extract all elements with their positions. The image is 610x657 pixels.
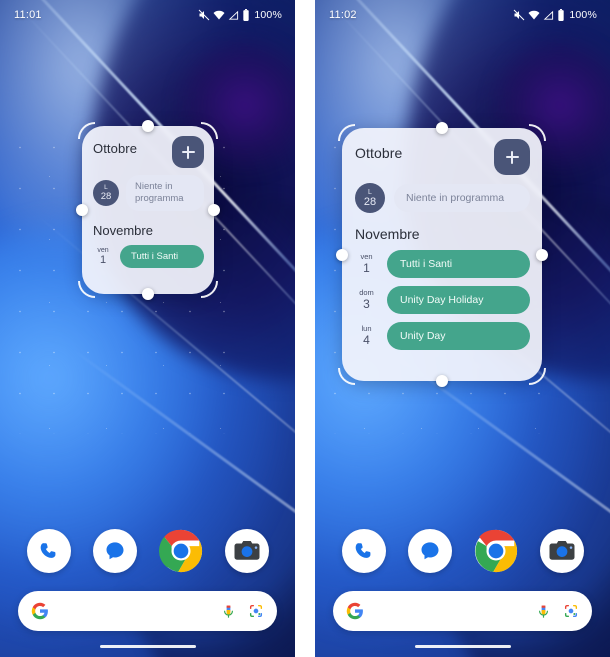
event-day-number: 4: [363, 333, 370, 348]
add-event-button[interactable]: [172, 136, 204, 168]
event-date: lun 4: [355, 325, 378, 346]
resize-handle-right[interactable]: [536, 248, 548, 261]
phone-icon: [34, 537, 63, 565]
signal-icon: [228, 10, 239, 21]
event-pill[interactable]: Unity Day Holiday: [387, 286, 530, 314]
status-bar-clock: 11:01: [14, 9, 42, 21]
resize-handle-bottom[interactable]: [436, 375, 448, 387]
app-dock: [315, 529, 610, 573]
wifi-icon: [528, 9, 540, 21]
battery-icon: [242, 9, 250, 21]
event-row[interactable]: dom 3 Unity Day Holiday: [355, 286, 530, 314]
resize-handle-top[interactable]: [142, 120, 154, 132]
no-events-pill[interactable]: Niente in programma: [394, 184, 530, 212]
google-lens-icon[interactable]: [563, 603, 579, 619]
widget-header: Ottobre: [93, 136, 204, 168]
event-day-number: 1: [363, 261, 370, 276]
event-dow-label: dom: [359, 288, 374, 298]
battery-percent-label: 100%: [569, 9, 597, 21]
status-bar: 11:02 100%: [315, 0, 610, 30]
signal-icon: [543, 10, 554, 21]
battery-percent-label: 100%: [254, 9, 282, 21]
today-row[interactable]: L 28 Niente in programma: [355, 183, 530, 213]
calendar-widget-resizing[interactable]: Ottobre L 28 Niente in programma Novembr…: [336, 122, 548, 387]
screenshot-divider: [295, 0, 315, 657]
calendar-widget[interactable]: Ottobre L 28 Niente in programma Novembr…: [82, 126, 214, 294]
event-pill[interactable]: Unity Day: [387, 322, 530, 350]
event-day-number: 3: [363, 297, 370, 312]
microphone-icon[interactable]: [221, 604, 236, 619]
event-dow-label: lun: [361, 324, 372, 334]
phone-screenshot-right: 11:02 100% Ottobre L 28 Niente in progra…: [315, 0, 610, 657]
app-dock: [0, 529, 295, 573]
microphone-icon[interactable]: [536, 604, 551, 619]
chrome-icon: [158, 529, 203, 573]
today-day-number: 28: [100, 191, 112, 202]
chrome-icon: [474, 529, 518, 573]
dock-item-phone[interactable]: [26, 529, 71, 573]
mute-icon: [198, 9, 210, 21]
resize-handle-left[interactable]: [76, 204, 88, 216]
phone-screenshot-left: 11:01 100% Ottobre L 28 Niente in progra…: [0, 0, 295, 657]
widget-month-title: Ottobre: [355, 145, 403, 161]
phone-icon: [349, 537, 378, 565]
navigation-pill[interactable]: [414, 644, 511, 648]
resize-handle-right[interactable]: [208, 204, 220, 216]
today-row[interactable]: L 28 Niente in programma: [93, 175, 204, 211]
today-date-badge: L 28: [355, 183, 385, 213]
status-bar: 11:01 100%: [0, 0, 295, 30]
google-lens-icon[interactable]: [248, 603, 264, 619]
today-dow-label: L: [367, 188, 373, 196]
resize-handle-left[interactable]: [336, 248, 348, 261]
event-date: ven 1: [355, 253, 378, 274]
plus-icon: [505, 150, 519, 164]
camera-icon: [232, 536, 262, 566]
dock-item-chrome[interactable]: [474, 529, 518, 573]
status-bar-icons: 100%: [198, 9, 282, 21]
status-bar-icons: 100%: [513, 9, 597, 21]
today-day-number: 28: [363, 195, 377, 208]
dock-item-camera[interactable]: [224, 529, 269, 573]
dock-item-phone[interactable]: [341, 529, 386, 573]
plus-icon: [181, 145, 195, 159]
resize-handle-bottom[interactable]: [142, 288, 154, 300]
wifi-icon: [213, 9, 225, 21]
event-date: dom 3: [355, 289, 378, 310]
dock-item-camera[interactable]: [539, 529, 584, 573]
dock-item-chrome[interactable]: [158, 529, 203, 573]
battery-icon: [557, 9, 565, 21]
dock-item-messages[interactable]: [92, 529, 137, 573]
screenshot-root: 11:01 100% Ottobre L 28 Niente in progra…: [0, 0, 610, 657]
event-date: ven 1: [93, 247, 113, 267]
today-date-badge: L 28: [93, 180, 119, 206]
google-search-bar[interactable]: [18, 591, 277, 631]
navigation-pill[interactable]: [99, 644, 196, 648]
mute-icon: [513, 9, 525, 21]
event-row[interactable]: lun 4 Unity Day: [355, 322, 530, 350]
event-row[interactable]: ven 1 Tutti i Santi: [355, 250, 530, 278]
event-day-number: 1: [99, 253, 107, 266]
messages-icon: [100, 537, 129, 565]
status-bar-clock: 11:02: [329, 9, 357, 21]
widget-next-month-title: Novembre: [93, 223, 153, 238]
calendar-widget-resizing[interactable]: Ottobre L 28 Niente in programma Novembr…: [76, 120, 220, 300]
camera-icon: [547, 536, 577, 566]
add-event-button[interactable]: [494, 139, 530, 175]
event-dow-label: ven: [360, 252, 373, 262]
google-g-icon: [31, 602, 49, 620]
messages-icon: [415, 537, 444, 565]
calendar-widget[interactable]: Ottobre L 28 Niente in programma Novembr…: [342, 128, 542, 381]
dock-item-messages[interactable]: [407, 529, 452, 573]
no-events-pill[interactable]: Niente in programma: [126, 175, 204, 211]
event-row[interactable]: ven 1 Tutti i Santi: [93, 245, 204, 268]
widget-month-title: Ottobre: [93, 141, 138, 156]
resize-handle-top[interactable]: [436, 122, 448, 134]
event-pill[interactable]: Tutti i Santi: [387, 250, 530, 278]
event-pill[interactable]: Tutti i Santi: [120, 245, 204, 268]
google-search-bar[interactable]: [333, 591, 592, 631]
widget-next-month-title: Novembre: [355, 226, 420, 242]
widget-header: Ottobre: [355, 139, 530, 175]
event-dow-label: ven: [97, 246, 109, 254]
google-g-icon: [346, 602, 364, 620]
